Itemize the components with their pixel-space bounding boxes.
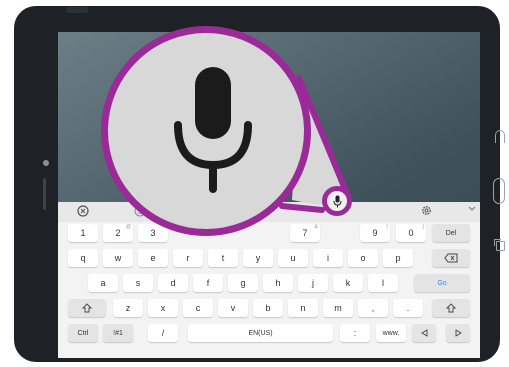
microphone-key[interactable] xyxy=(322,186,352,216)
magnified-mic-bubble xyxy=(101,26,311,236)
microphone-icon xyxy=(174,67,252,193)
microphone-icon xyxy=(333,195,342,208)
